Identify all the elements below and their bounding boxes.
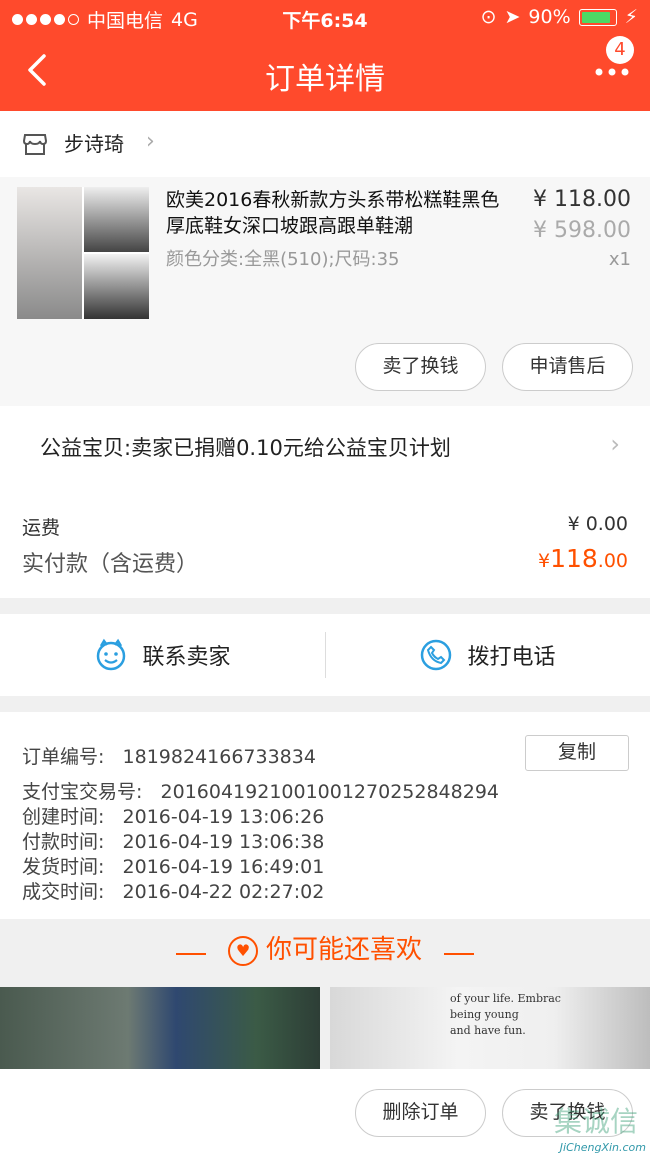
recommend-title: 你可能还喜欢 <box>265 935 422 965</box>
product-price: ¥ 118.00 <box>533 187 631 212</box>
contact-seller-button[interactable]: 联系卖家 <box>0 614 325 696</box>
page-title: 订单详情 <box>265 62 385 97</box>
shipping-label: 运费 <box>22 517 61 539</box>
shirt-print-text: of your life. Embrac being young and hav… <box>450 992 561 1037</box>
alipay-number: 支付宝交易号: 2016041921001001270252848294 <box>22 781 499 803</box>
shipping-value: ¥ 0.00 <box>567 513 628 535</box>
paid-time: 付款时间: 2016-04-19 13:06:38 <box>22 831 325 853</box>
more-icon[interactable] <box>594 60 630 84</box>
recommend-grid: of your life. Embrac being young and hav… <box>0 987 650 1069</box>
shop-icon <box>22 134 48 155</box>
paid-label: 实付款（含运费） <box>22 552 199 577</box>
fee-summary: 运费 ¥ 0.00 实付款（含运费） ¥118.00 <box>0 486 650 598</box>
phone-icon <box>421 639 452 671</box>
rotation-lock-icon: ⊙ <box>480 6 497 28</box>
status-bar: 中国电信 4G 下午6:54 ⊙ ➤ 90% ⚡ <box>0 0 650 36</box>
sell-button[interactable]: 卖了换钱 <box>355 343 486 391</box>
message-badge: 4 <box>606 36 634 64</box>
location-icon: ➤ <box>504 6 521 28</box>
product-image[interactable] <box>17 187 149 319</box>
contact-bar: 联系卖家 拨打电话 <box>0 614 650 696</box>
order-info: 订单编号: 1819824166733834 复制 支付宝交易号: 201604… <box>0 712 650 919</box>
shop-row[interactable]: 步诗琦 › <box>0 111 650 177</box>
contact-seller-label: 联系卖家 <box>142 645 231 670</box>
after-sale-button[interactable]: 申请售后 <box>502 343 633 391</box>
shipped-time: 发货时间: 2016-04-19 16:49:01 <box>22 856 325 878</box>
chat-icon <box>97 638 126 671</box>
recommend-header: ♥ 你可能还喜欢 <box>0 919 650 987</box>
product-quantity: x1 <box>608 249 631 270</box>
created-time: 创建时间: 2016-04-19 13:06:26 <box>22 806 325 828</box>
charity-row[interactable]: 公益宝贝:卖家已捐赠0.10元给公益宝贝计划 › <box>0 406 650 486</box>
shop-name: 步诗琦 <box>64 132 124 156</box>
call-phone-label: 拨打电话 <box>467 645 556 670</box>
app-header: 中国电信 4G 下午6:54 ⊙ ➤ 90% ⚡ 订单详情 4 <box>0 0 650 111</box>
bottom-action-bar: 删除订单 卖了换钱 集诚信 JiChengXin.com <box>0 1069 650 1156</box>
battery-percent: 90% <box>528 6 571 28</box>
product-original-price: ¥ 598.00 <box>533 218 631 243</box>
battery-icon <box>578 8 617 26</box>
copy-button[interactable]: 复制 <box>525 735 629 771</box>
product-title[interactable]: 欧美2016春秋新款方头系带松糕鞋黑色厚底鞋女深口坡跟高跟单鞋潮 <box>166 187 516 239</box>
paid-amount: ¥118.00 <box>537 544 628 573</box>
completed-time: 成交时间: 2016-04-22 02:27:02 <box>22 881 325 903</box>
watermark: JiChengXin.com <box>559 1141 646 1154</box>
order-number: 订单编号: 1819824166733834 <box>22 746 316 768</box>
charity-text: 公益宝贝:卖家已捐赠0.10元给公益宝贝计划 <box>40 436 451 460</box>
product-sku: 颜色分类:全黑(510);尺码:35 <box>166 249 400 270</box>
delete-order-button[interactable]: 删除订单 <box>355 1089 486 1137</box>
recommend-item-image[interactable]: of your life. Embrac being young and hav… <box>330 987 650 1069</box>
charging-icon: ⚡ <box>624 6 638 28</box>
watermark-logo: 集诚信 <box>553 1105 638 1138</box>
call-phone-button[interactable]: 拨打电话 <box>325 614 650 696</box>
product-card[interactable]: 欧美2016春秋新款方头系带松糕鞋黑色厚底鞋女深口坡跟高跟单鞋潮 颜色分类:全黑… <box>0 177 650 406</box>
chevron-right-icon: › <box>146 129 155 154</box>
recommend-item-image[interactable] <box>0 987 320 1069</box>
chevron-right-icon: › <box>610 430 620 458</box>
heart-icon: ♥ <box>227 935 258 966</box>
